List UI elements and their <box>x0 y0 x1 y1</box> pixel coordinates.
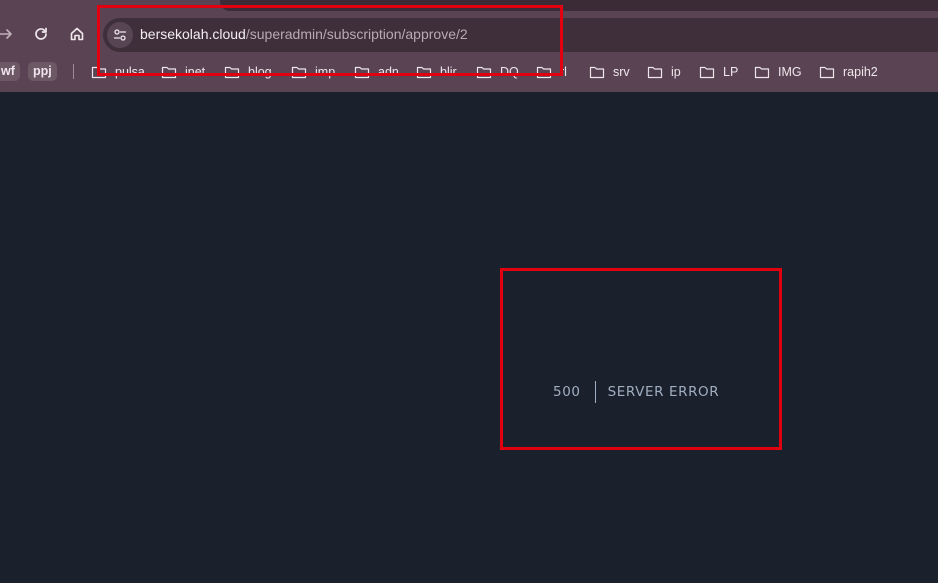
bookmark-label: IMG <box>778 64 802 79</box>
bookmark-label: rapih2 <box>843 64 878 79</box>
bookmark-chip-wf[interactable]: wf <box>0 62 20 81</box>
bookmark-folder-ip[interactable]: ip <box>647 62 681 81</box>
bookmark-label: srv <box>613 64 630 79</box>
bookmarks-separator <box>73 64 74 79</box>
bookmark-folder-rapih2[interactable]: rapih2 <box>819 62 878 81</box>
bookmark-folder-lp[interactable]: LP <box>699 62 738 81</box>
error-text: SERVER ERROR <box>607 384 720 400</box>
folder-icon <box>589 66 605 78</box>
forward-arrow-icon[interactable] <box>0 22 18 46</box>
bookmark-folder-srv[interactable]: srv <box>589 62 630 81</box>
reload-icon[interactable] <box>29 22 53 46</box>
bookmark-label: ip <box>671 64 681 79</box>
error-code: 500 <box>553 384 581 400</box>
url-highlight-box <box>97 5 563 76</box>
home-icon[interactable] <box>65 22 89 46</box>
bookmark-folder-img[interactable]: IMG <box>754 62 802 81</box>
error-highlight-box <box>500 268 782 450</box>
folder-icon <box>754 66 770 78</box>
folder-icon <box>819 66 835 78</box>
bookmark-chip-ppj[interactable]: ppj <box>28 62 57 81</box>
error-message: 500 SERVER ERROR <box>553 381 719 403</box>
bookmark-label: LP <box>723 64 739 79</box>
folder-icon <box>699 66 715 78</box>
folder-icon <box>647 66 663 78</box>
